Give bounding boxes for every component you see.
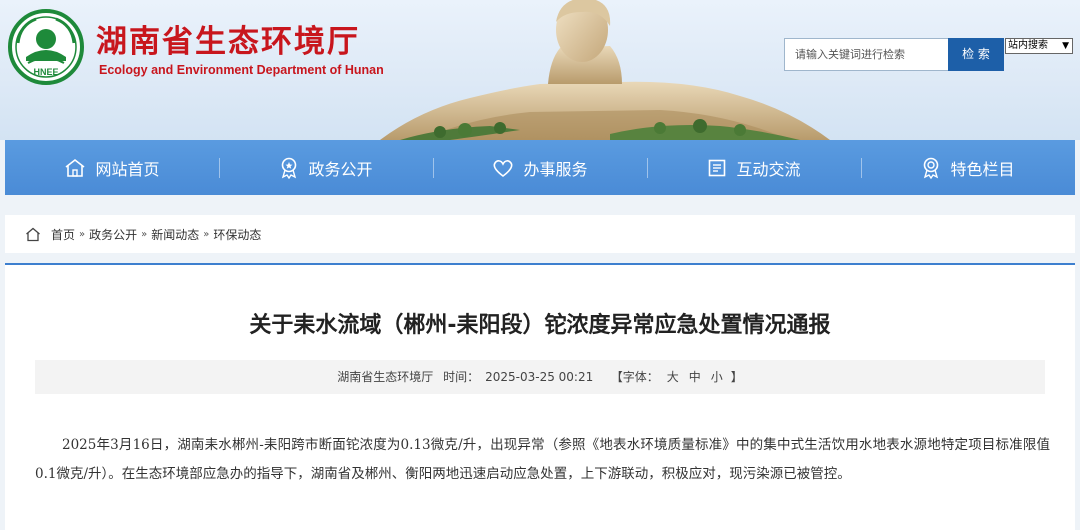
breadcrumb-news[interactable]: 新闻动态 xyxy=(151,226,199,243)
article-title: 关于耒水流域（郴州-耒阳段）铊浓度异常应急处置情况通报 xyxy=(249,313,831,338)
nav-label: 互动交流 xyxy=(736,159,801,179)
article-body: 2025年3月16日，湖南耒水郴州-耒阳跨市断面铊浓度为0.13微克/升，出现异… xyxy=(35,437,1050,482)
breadcrumb-government-affairs[interactable]: 政务公开 xyxy=(89,226,137,243)
font-size-small-button[interactable]: 小 xyxy=(711,370,723,384)
font-size-large-button[interactable]: 大 xyxy=(667,370,679,384)
hnee-emblem-icon: HNEE xyxy=(15,16,77,78)
breadcrumb-separator: » xyxy=(203,228,210,240)
document-icon xyxy=(709,159,726,176)
nav-item-home[interactable]: 网站首页 xyxy=(5,140,219,195)
hnee-logo[interactable]: HNEE xyxy=(8,9,84,85)
main-nav: 网站首页 政务公开 办事服务 互动交流 特色栏目 xyxy=(5,140,1075,195)
home-icon xyxy=(26,227,40,241)
search-scope-select[interactable]: 站内搜索 ▼ xyxy=(1005,38,1073,54)
monument-banner-image xyxy=(380,0,830,140)
article-time: 2025-03-25 00:21 xyxy=(485,370,594,384)
search-button[interactable]: 检 索 xyxy=(948,38,1004,71)
site-header: HNEE 湖南省生态环境厅 Ecology and Environment De… xyxy=(0,0,1080,140)
chevron-down-icon: ▼ xyxy=(1062,41,1069,51)
article-meta: 湖南省生态环境厅 时间： 2025-03-25 00:21 【字体： 大中小】 xyxy=(35,360,1045,394)
breadcrumb-home[interactable]: 首页 xyxy=(51,226,75,243)
site-title-en: Ecology and Environment Department of Hu… xyxy=(99,63,384,77)
nav-item-interaction[interactable]: 互动交流 xyxy=(647,140,861,195)
nav-label: 特色栏目 xyxy=(950,159,1015,179)
font-size-label: 【字体： xyxy=(610,370,659,384)
nav-label: 网站首页 xyxy=(95,159,160,179)
breadcrumb-separator: » xyxy=(79,228,86,240)
article-time-label: 时间： xyxy=(443,370,480,384)
home-icon xyxy=(65,158,85,177)
font-size-close: 】 xyxy=(730,370,743,384)
site-title-cn: 湖南省生态环境厅 xyxy=(96,24,360,60)
nav-label: 政务公开 xyxy=(308,159,373,179)
nav-item-featured[interactable]: 特色栏目 xyxy=(861,140,1075,195)
search-input[interactable]: 请输入关键词进行检索 xyxy=(784,38,949,71)
nav-label: 办事服务 xyxy=(523,159,588,179)
award-icon xyxy=(924,157,939,179)
badge-icon xyxy=(282,157,297,179)
breadcrumb: 首页 » 政务公开 » 新闻动态 » 环保动态 xyxy=(5,215,1075,253)
logo-text: HNEE xyxy=(33,67,58,77)
article-panel: 关于耒水流域（郴州-耒阳段）铊浓度异常应急处置情况通报 湖南省生态环境厅 时间：… xyxy=(5,263,1075,530)
nav-item-services[interactable]: 办事服务 xyxy=(433,140,647,195)
article-source: 湖南省生态环境厅 xyxy=(337,370,434,384)
search-scope-value: 站内搜索 xyxy=(1008,40,1048,51)
breadcrumb-environment-news[interactable]: 环保动态 xyxy=(213,226,261,243)
heart-icon xyxy=(493,159,513,177)
nav-item-government-affairs[interactable]: 政务公开 xyxy=(219,140,433,195)
breadcrumb-separator: » xyxy=(141,228,148,240)
font-size-medium-button[interactable]: 中 xyxy=(689,370,701,384)
